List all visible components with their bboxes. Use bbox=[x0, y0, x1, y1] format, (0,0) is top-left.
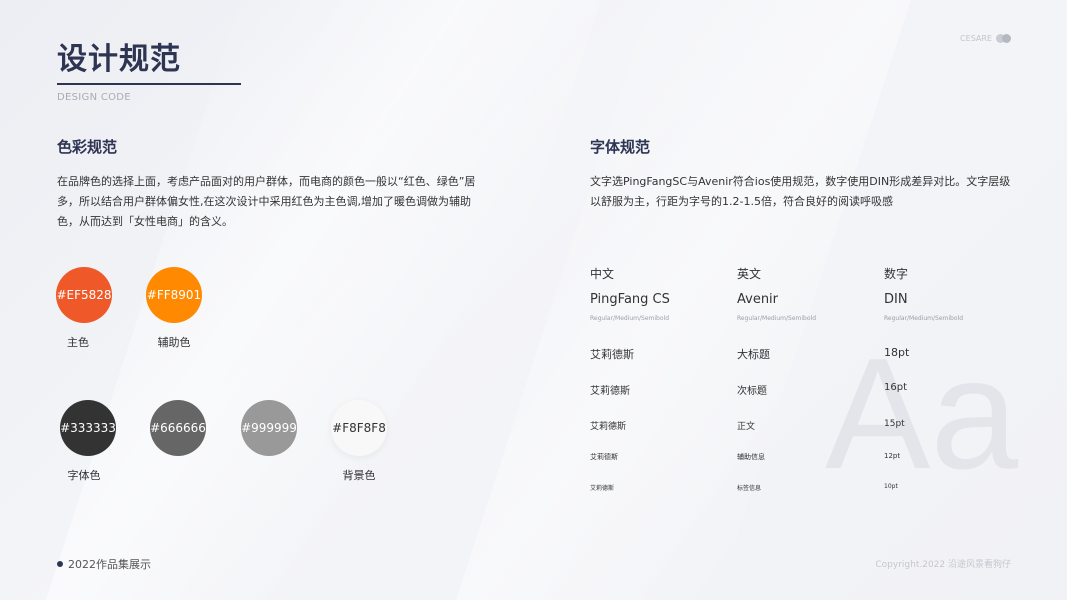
font-column-heading: 数字 bbox=[884, 267, 909, 281]
color-section-title: 色彩规范 bbox=[57, 138, 118, 156]
title-underline bbox=[57, 83, 241, 85]
color-swatch-lightgray: #999999 bbox=[241, 400, 297, 456]
type-sample-18: 大标题 bbox=[737, 348, 770, 361]
type-sample-15: 15pt bbox=[884, 419, 905, 429]
color-swatch-secondary: #FF8901 bbox=[146, 267, 202, 323]
type-sample-12: 12pt bbox=[884, 452, 901, 460]
footer-left: 2022作品集展示 bbox=[57, 556, 151, 572]
swatch-label-background: 背景色 bbox=[342, 469, 376, 482]
color-swatch-primary: #EF5828 bbox=[56, 267, 112, 323]
typography-description: 文字选PingFangSC与Avenir符合ios使用规范，数字使用DIN形成差… bbox=[590, 175, 1011, 208]
type-sample-16: 16pt bbox=[884, 382, 907, 393]
color-swatch-gray: #666666 bbox=[150, 400, 206, 456]
font-weights: Regular/Medium/Semibold bbox=[737, 315, 817, 322]
type-sample-10: 艾莉德斯 bbox=[590, 485, 615, 492]
type-sample-12: 辅助信息 bbox=[737, 453, 765, 461]
type-sample-10: 10pt bbox=[884, 483, 898, 490]
typography-section-title: 字体规范 bbox=[590, 138, 651, 156]
font-column-heading: 英文 bbox=[737, 267, 762, 281]
brand-logo-icon bbox=[996, 34, 1011, 43]
type-sample-16: 艾莉德斯 bbox=[590, 386, 630, 397]
type-sample-15: 正文 bbox=[737, 422, 756, 432]
swatch-label-primary: 主色 bbox=[67, 336, 89, 349]
swatch-label-secondary: 辅助色 bbox=[157, 336, 191, 349]
typography-watermark: Aa bbox=[825, 326, 1019, 502]
swatch-hex: #999999 bbox=[241, 421, 297, 435]
brand-name: CESARE bbox=[960, 34, 992, 43]
font-family-name: Avenir bbox=[737, 292, 779, 307]
type-sample-16: 次标题 bbox=[737, 386, 767, 397]
type-sample-18: 18pt bbox=[884, 346, 910, 359]
swatch-hex: #F8F8F8 bbox=[332, 421, 386, 435]
type-sample-10: 标签信息 bbox=[737, 485, 762, 492]
brand-mark: CESARE bbox=[960, 34, 1011, 43]
font-weights: Regular/Medium/Semibold bbox=[884, 315, 964, 322]
swatch-hex: #666666 bbox=[150, 421, 206, 435]
footer-copyright: Copyright.2022 沿途风景看狗仔 bbox=[875, 560, 1011, 570]
type-sample-18: 艾莉德斯 bbox=[590, 348, 634, 361]
page-title: 设计规范 bbox=[57, 42, 181, 77]
font-family-name: PingFang CS bbox=[590, 292, 670, 307]
swatch-hex: #333333 bbox=[60, 421, 116, 435]
page-subtitle: DESIGN CODE bbox=[57, 92, 131, 103]
font-column-heading: 中文 bbox=[590, 267, 615, 281]
color-swatch-text: #333333 bbox=[60, 400, 116, 456]
footer-caption: 2022作品集展示 bbox=[68, 558, 151, 571]
font-weights: Regular/Medium/Semibold bbox=[590, 315, 670, 322]
type-sample-12: 艾莉德斯 bbox=[590, 453, 618, 461]
swatch-label-text: 字体色 bbox=[67, 469, 101, 482]
type-sample-15: 艾莉德斯 bbox=[590, 422, 627, 432]
color-description: 在品牌色的选择上面，考虑产品面对的用户群体，而电商的颜色一般以“红色、绿色”居多… bbox=[57, 175, 476, 228]
bullet-icon bbox=[57, 561, 63, 567]
color-swatch-background: #F8F8F8 bbox=[331, 400, 387, 456]
swatch-hex: #EF5828 bbox=[56, 288, 112, 302]
font-family-name: DIN bbox=[884, 292, 908, 307]
swatch-hex: #FF8901 bbox=[146, 288, 202, 302]
